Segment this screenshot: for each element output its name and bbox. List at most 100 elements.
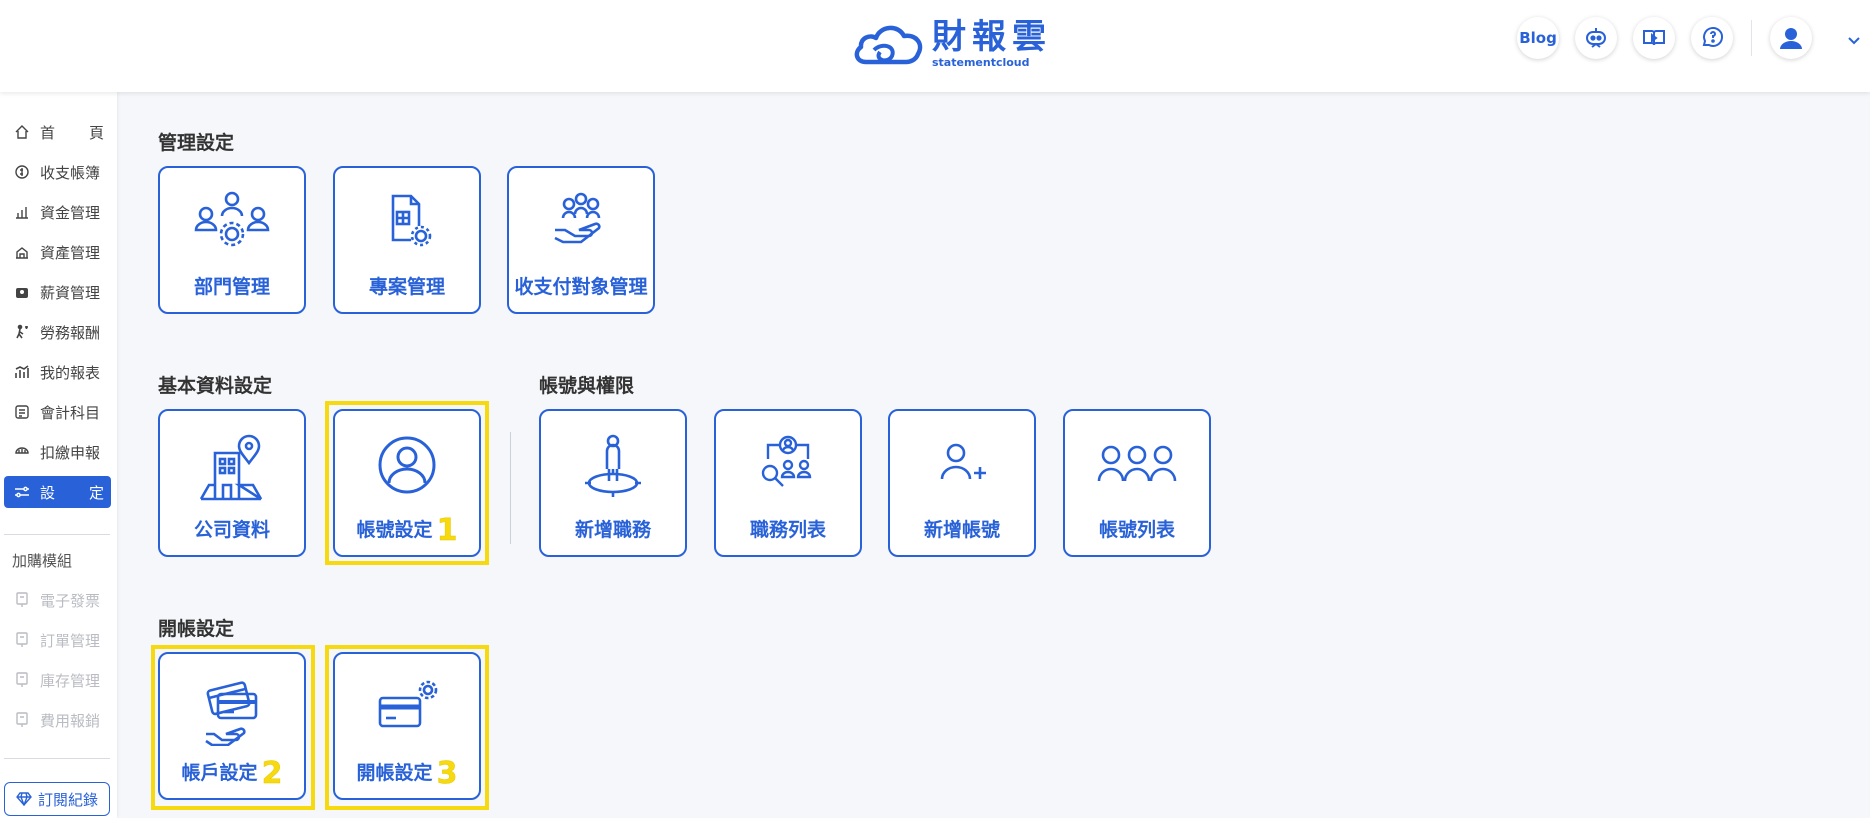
sidebar-item-accounts[interactable]: 會計科目	[4, 396, 111, 428]
sidebar-item-label: 會計科目	[40, 403, 101, 422]
add-account-icon	[940, 443, 986, 480]
chevron-down-icon[interactable]	[1846, 32, 1862, 48]
sidebar-item-settings[interactable]: 設定	[4, 476, 111, 508]
sidebar-item-assets[interactable]: 資產管理	[4, 236, 111, 268]
sidebar-item-home[interactable]: 首頁	[4, 116, 111, 148]
card-project[interactable]: 專案管理	[333, 166, 481, 314]
sidebar-item-funds[interactable]: 資金管理	[4, 196, 111, 228]
step-badge: 3	[436, 756, 458, 791]
card-department[interactable]: 部門管理	[158, 166, 306, 314]
project-icon	[391, 194, 432, 247]
card-label: 帳戶設定	[181, 762, 258, 784]
diamond-icon	[16, 792, 32, 806]
sidebar-item-service-fee[interactable]: 勞務報酬	[4, 316, 111, 348]
subscription-record-button[interactable]: 訂閱紀錄	[4, 782, 110, 816]
counterparty-icon	[554, 192, 601, 244]
section-divider	[510, 432, 511, 544]
blog-label: Blog	[1519, 29, 1557, 47]
sidebar-item-label: 收支帳簿	[40, 163, 101, 182]
home-icon	[10, 124, 34, 140]
card-company[interactable]: 公司資料	[158, 409, 306, 557]
opening-balance-icon	[378, 680, 438, 728]
card-bank-account[interactable]: 帳戶設定 2	[158, 652, 306, 800]
sidebar-item-label: 費用報銷	[40, 711, 101, 730]
sidebar-item-label: 薪資管理	[40, 283, 101, 302]
section-title-opening: 開帳設定	[158, 618, 235, 640]
sidebar-item-inventory[interactable]: 庫存管理	[4, 664, 111, 696]
report-icon	[10, 364, 34, 380]
support-robot-button[interactable]	[1575, 17, 1617, 59]
sidebar-divider	[4, 758, 110, 759]
logo-sub-text: statementcloud	[932, 56, 1030, 69]
section-title-basic: 基本資料設定	[158, 375, 273, 397]
company-building-icon	[199, 434, 263, 501]
account-list-icon	[1097, 445, 1177, 482]
header-actions: Blog	[1501, 17, 1812, 59]
sidebar-item-label: 庫存管理	[40, 671, 101, 690]
card-counterparty[interactable]: 收支付對象管理	[507, 166, 655, 314]
sidebar-item-label: 首	[40, 123, 56, 142]
lock-icon	[10, 712, 34, 728]
sidebar-item-label: 勞務報酬	[40, 323, 101, 342]
sidebar-item-label: 訂單管理	[40, 631, 101, 650]
logo-text: 財報雲 statementcloud	[932, 19, 1052, 69]
add-role-icon	[585, 434, 641, 497]
card-account-list[interactable]: 帳號列表	[1063, 409, 1211, 557]
sidebar-item-payroll[interactable]: 薪資管理	[4, 276, 111, 308]
sidebar-item-einvoice[interactable]: 電子發票	[4, 584, 111, 616]
card-label: 部門管理	[193, 276, 270, 298]
card-account-settings[interactable]: 帳號設定 1	[333, 409, 481, 557]
account-user-icon	[378, 436, 436, 494]
withholding-icon	[10, 444, 34, 460]
help-chat-icon	[1702, 27, 1723, 47]
sidebar-item-label: 扣繳申報	[40, 443, 101, 462]
sidebar-item-orders[interactable]: 訂單管理	[4, 624, 111, 656]
settings-sliders-icon	[10, 484, 34, 500]
sidebar-divider	[4, 534, 110, 535]
video-book-icon	[1643, 30, 1665, 46]
card-add-role[interactable]: 新增職務	[539, 409, 687, 557]
lock-icon	[10, 632, 34, 648]
sidebar-item-label: 定	[88, 483, 104, 502]
sidebar-item-withholding[interactable]: 扣繳申報	[4, 436, 111, 468]
step-badge: 1	[436, 513, 458, 548]
asset-icon	[10, 244, 34, 260]
blog-button[interactable]: Blog	[1517, 17, 1559, 59]
sidebar-item-label: 資產管理	[40, 243, 101, 262]
accounts-icon	[10, 404, 34, 420]
payroll-icon	[10, 284, 34, 300]
section-title-accounts: 帳號與權限	[539, 375, 635, 397]
card-label: 開帳設定	[356, 762, 433, 784]
card-opening-balance[interactable]: 開帳設定 3	[333, 652, 481, 800]
lock-icon	[10, 592, 34, 608]
ledger-icon	[10, 164, 34, 180]
step-badge: 2	[261, 756, 283, 791]
robot-chat-icon	[1586, 28, 1606, 48]
card-role-list[interactable]: 職務列表	[714, 409, 862, 557]
cloud-logo-icon	[854, 25, 923, 65]
card-label: 收支付對象管理	[514, 276, 648, 298]
sidebar-item-label: 設	[40, 483, 56, 502]
card-label: 公司資料	[193, 519, 270, 541]
sidebar-item-ledger[interactable]: 收支帳簿	[4, 156, 111, 188]
card-label: 新增帳號	[923, 519, 1000, 541]
card-label: 新增職務	[574, 519, 651, 541]
user-avatar-icon	[1780, 28, 1802, 49]
section-title-management: 管理設定	[158, 132, 235, 154]
user-avatar-button[interactable]	[1770, 17, 1812, 59]
card-label: 職務列表	[749, 519, 826, 541]
card-add-account[interactable]: 新增帳號	[888, 409, 1036, 557]
service-fee-icon	[10, 324, 34, 340]
department-icon	[194, 191, 270, 247]
sidebar: 首頁 收支帳簿 資金管理 資產管理 薪資管理 勞務報酬 我的報表 會計科目 扣繳…	[0, 92, 117, 818]
card-label: 帳號設定	[356, 519, 433, 541]
sidebar-item-expenses[interactable]: 費用報銷	[4, 704, 111, 736]
sidebar-item-reports[interactable]: 我的報表	[4, 356, 111, 388]
help-chat-button[interactable]	[1691, 17, 1733, 59]
app-logo[interactable]: 財報雲 statementcloud	[852, 14, 1052, 74]
card-label: 帳號列表	[1098, 519, 1175, 541]
video-guide-button[interactable]	[1633, 17, 1675, 59]
funds-icon	[10, 204, 34, 220]
role-list-icon	[761, 435, 812, 487]
bank-account-icon	[205, 681, 258, 746]
